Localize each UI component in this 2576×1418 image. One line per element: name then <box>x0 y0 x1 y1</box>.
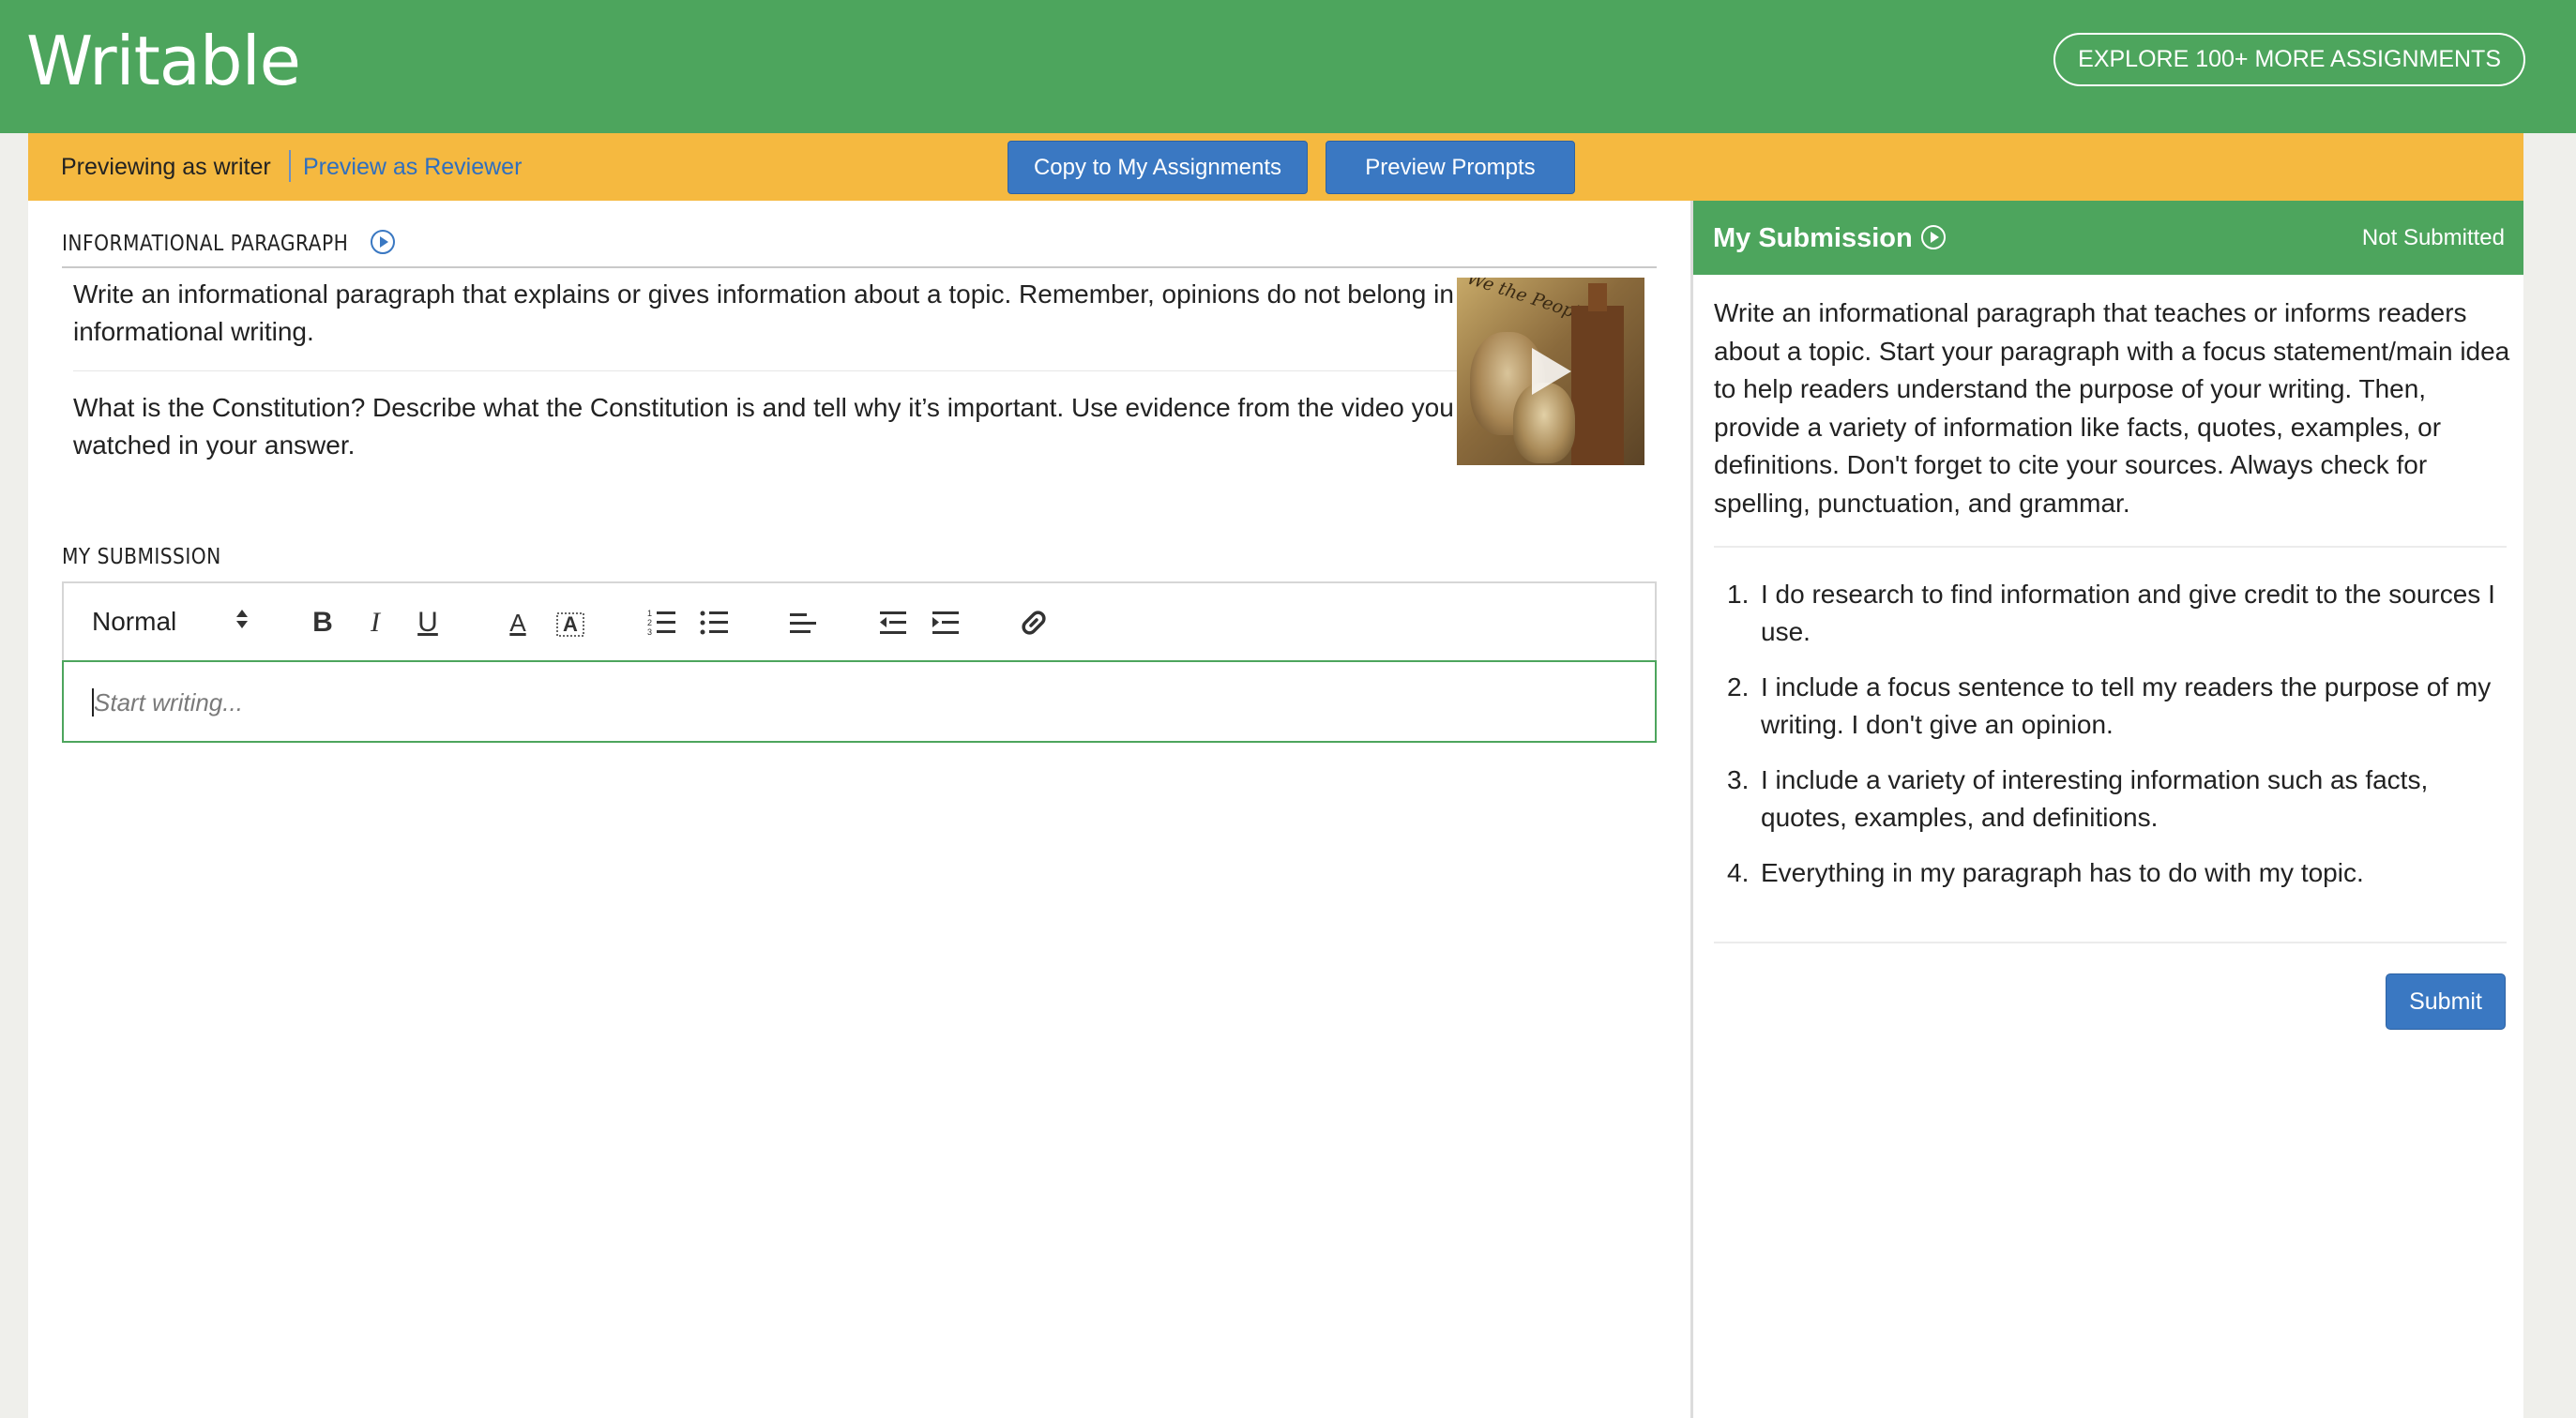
rubric-divider <box>1714 546 2507 548</box>
align-left-icon[interactable] <box>786 606 820 640</box>
criteria-item: 3. I include a variety of interesting inf… <box>1714 762 2511 837</box>
svg-text:1: 1 <box>647 609 652 618</box>
svg-text:A: A <box>563 612 578 636</box>
play-circle-icon[interactable] <box>1921 225 1946 249</box>
link-icon[interactable] <box>1017 606 1051 640</box>
background-color-icon[interactable]: A <box>552 604 589 641</box>
writable-logo[interactable]: Writable <box>26 19 301 103</box>
explore-assignments-button[interactable]: EXPLORE 100+ MORE ASSIGNMENTS <box>2053 33 2525 86</box>
assignment-panel: INFORMATIONAL PARAGRAPH Write an informa… <box>28 201 1690 1418</box>
my-submission-title: MY SUBMISSION <box>62 545 221 569</box>
video-thumbnail[interactable]: We the People <box>1457 278 1644 465</box>
outdent-icon[interactable] <box>876 606 910 640</box>
criteria-divider <box>1714 942 2507 943</box>
top-header: Writable EXPLORE 100+ MORE ASSIGNMENTS <box>0 0 2576 133</box>
play-circle-icon[interactable] <box>371 230 395 254</box>
format-select[interactable]: Normal <box>92 604 176 640</box>
thumbnail-spire <box>1588 283 1607 311</box>
submit-button[interactable]: Submit <box>2386 973 2506 1030</box>
criteria-number: 4. <box>1727 858 1750 887</box>
assignment-title: INFORMATIONAL PARAGRAPH <box>62 232 349 256</box>
italic-icon[interactable]: I <box>356 604 394 641</box>
indent-icon[interactable] <box>929 606 962 640</box>
preview-prompts-button[interactable]: Preview Prompts <box>1326 141 1575 194</box>
editor-placeholder: Start writing... <box>94 688 243 717</box>
previewing-as-writer-label: Previewing as writer <box>61 154 271 180</box>
title-divider <box>62 266 1657 268</box>
preview-mode-bar: Previewing as writer Preview as Reviewer… <box>28 133 2523 201</box>
preview-divider <box>289 150 291 182</box>
text-color-icon[interactable]: A <box>499 604 537 641</box>
thumbnail-tower <box>1571 306 1624 465</box>
criteria-item: 2. I include a focus sentence to tell my … <box>1714 669 2511 744</box>
svg-text:2: 2 <box>647 618 652 627</box>
criteria-text: I include a variety of interesting infor… <box>1761 765 2429 832</box>
copy-to-my-assignments-button[interactable]: Copy to My Assignments <box>1008 141 1308 194</box>
submission-editor[interactable]: Start writing... <box>62 660 1657 743</box>
assignment-prompt-question: What is the Constitution? Describe what … <box>73 393 1454 460</box>
criteria-item: 4. Everything in my paragraph has to do w… <box>1714 854 2511 892</box>
bold-icon[interactable]: B <box>304 604 341 641</box>
side-panel-header: My Submission Not Submitted <box>1693 201 2523 275</box>
submission-side-panel: My Submission Not Submitted Write an inf… <box>1690 201 2523 1418</box>
svg-text:3: 3 <box>647 627 652 637</box>
select-arrows-icon[interactable] <box>236 610 248 634</box>
side-panel-title: My Submission <box>1713 223 1913 253</box>
assignment-prompt-intro: Write an informational paragraph that ex… <box>73 279 1454 346</box>
criteria-text: I do research to find information and gi… <box>1761 580 2495 646</box>
bullet-list-icon[interactable] <box>698 606 732 640</box>
criteria-text: I include a focus sentence to tell my re… <box>1761 672 2492 739</box>
video-play-icon[interactable] <box>1532 348 1571 395</box>
prompt-divider <box>73 370 1467 371</box>
criteria-number: 2. <box>1727 672 1750 701</box>
criteria-item: 1. I do research to find information and … <box>1714 576 2511 651</box>
criteria-number: 1. <box>1727 580 1750 609</box>
criteria-list: 1. I do research to find information and … <box>1714 576 2511 910</box>
rubric-description: Write an informational paragraph that te… <box>1714 298 2510 518</box>
criteria-number: 3. <box>1727 765 1750 794</box>
preview-as-reviewer-link[interactable]: Preview as Reviewer <box>303 152 522 182</box>
editor-toolbar: Normal B I U A A 1 2 3 <box>62 581 1657 660</box>
criteria-text: Everything in my paragraph has to do wit… <box>1761 858 2364 887</box>
ordered-list-icon[interactable]: 1 2 3 <box>645 606 679 640</box>
submission-status: Not Submitted <box>2361 225 2505 250</box>
underline-icon[interactable]: U <box>409 604 447 641</box>
